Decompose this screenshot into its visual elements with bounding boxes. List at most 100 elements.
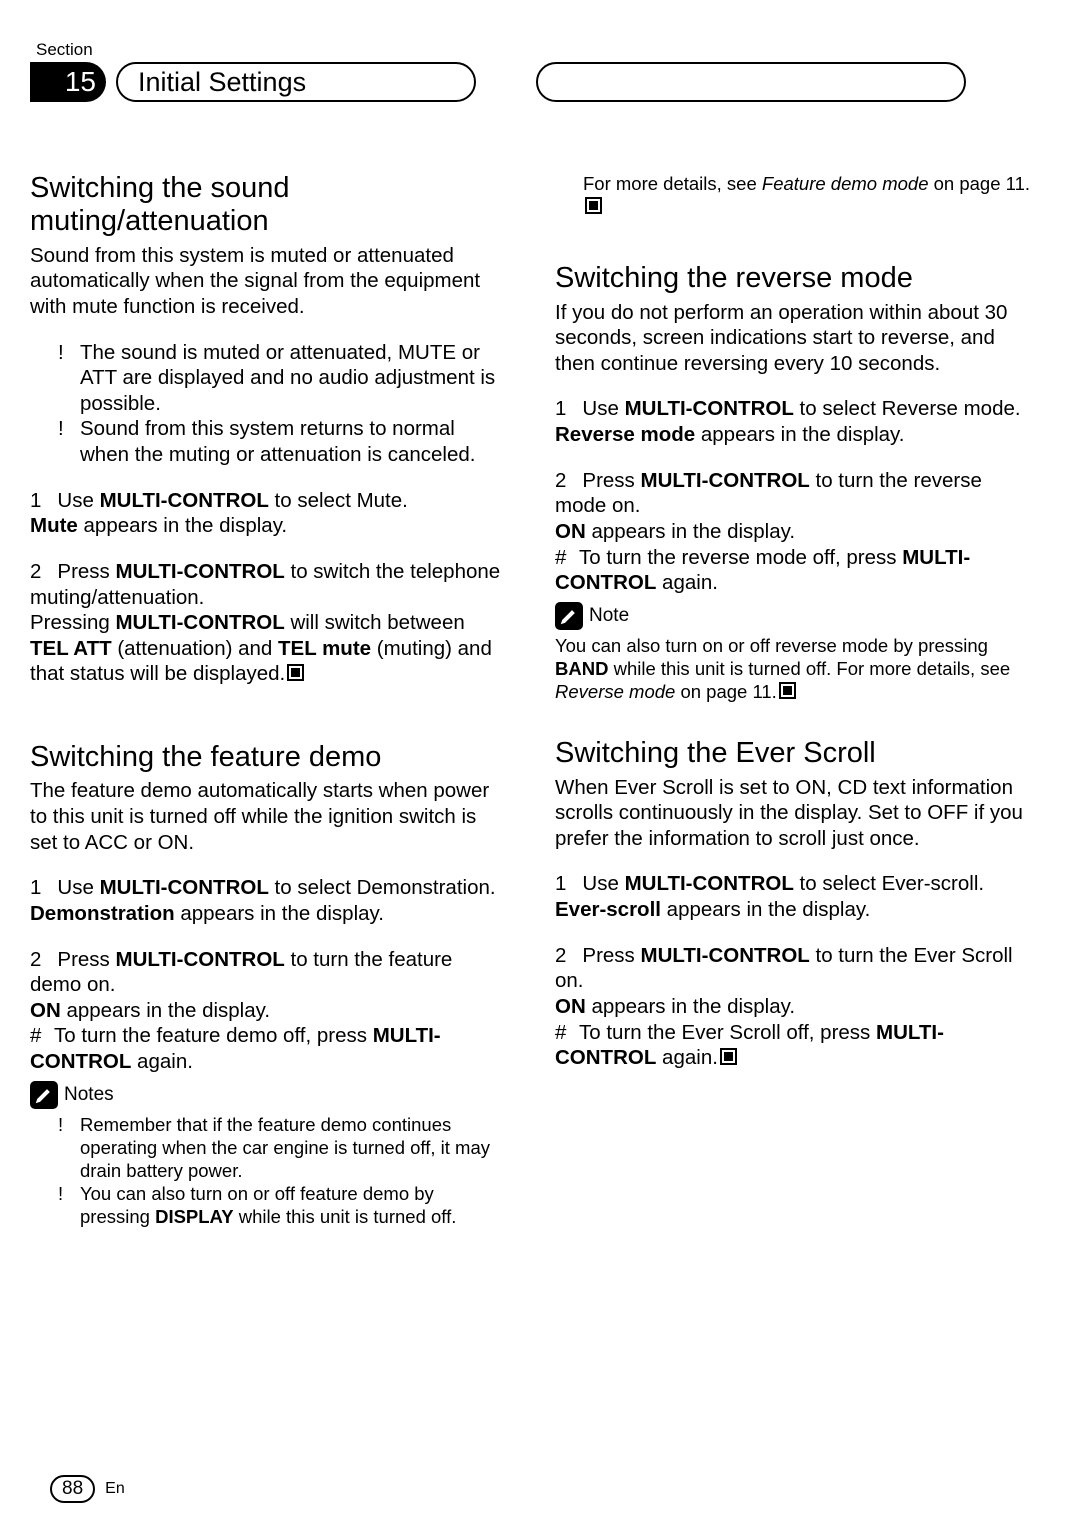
step-number: 2 bbox=[30, 948, 41, 971]
end-mark-icon bbox=[585, 197, 602, 214]
step-block: 1Use MULTI-CONTROL to select Reverse mod… bbox=[555, 396, 1030, 447]
right-column: For more details, see Feature demo mode … bbox=[555, 172, 1030, 1228]
t: Press bbox=[57, 948, 115, 971]
t: on page 11. bbox=[929, 173, 1031, 194]
step-block: 1Use MULTI-CONTROL to select Ever-scroll… bbox=[555, 871, 1030, 922]
step-sub: Demonstration appears in the display. bbox=[30, 901, 505, 927]
t: while this unit is turned off. For more … bbox=[608, 658, 1010, 679]
step-block: 1Use MULTI-CONTROL to select Demonstrati… bbox=[30, 875, 505, 926]
t: while this unit is turned off. bbox=[234, 1206, 457, 1227]
bullet-mark: ! bbox=[58, 416, 80, 467]
step-text-b: MULTI-CONTROL bbox=[100, 489, 269, 512]
step-block: 2Press MULTI-CONTROL to turn the feature… bbox=[30, 947, 505, 1075]
notes-heading: Notes bbox=[30, 1081, 505, 1109]
note-heading: Note bbox=[555, 602, 1030, 630]
note-text: You can also turn on or off reverse mode… bbox=[555, 634, 1030, 703]
step-number: 1 bbox=[555, 397, 566, 420]
step-block: 1Use MULTI-CONTROL to select Mute. Mute … bbox=[30, 488, 505, 539]
step-sub: ON appears in the display. bbox=[555, 994, 1030, 1020]
t: appears in the display. bbox=[661, 898, 870, 921]
pencil-icon bbox=[555, 602, 583, 630]
sub-b: appears in the display. bbox=[78, 514, 287, 537]
step-number: 1 bbox=[30, 876, 41, 899]
hash-mark: # bbox=[555, 545, 579, 571]
t: again. bbox=[131, 1050, 193, 1073]
heading-sound-muting: Switching the sound muting/attenuation bbox=[30, 172, 505, 239]
t: Use bbox=[57, 876, 99, 899]
pencil-icon bbox=[30, 1081, 58, 1109]
list-item: !You can also turn on or off feature dem… bbox=[58, 1182, 505, 1228]
intro-text: The feature demo automatically starts wh… bbox=[30, 778, 505, 855]
t: to select Ever-scroll. bbox=[794, 872, 984, 895]
note-label: Note bbox=[589, 604, 629, 628]
bullet-text: The sound is muted or attenuated, MUTE o… bbox=[80, 340, 505, 417]
step-sub: ON appears in the display. bbox=[30, 998, 505, 1024]
intro-text: If you do not perform an operation withi… bbox=[555, 300, 1030, 377]
step-sub: Mute appears in the display. bbox=[30, 513, 505, 539]
intro-text: Sound from this system is muted or atten… bbox=[30, 243, 505, 320]
end-mark-icon bbox=[287, 664, 304, 681]
hash-mark: # bbox=[30, 1023, 54, 1049]
t: MULTI-CONTROL bbox=[115, 611, 284, 634]
t: MULTI-CONTROL bbox=[641, 944, 810, 967]
t: will switch between bbox=[285, 611, 465, 634]
t: MULTI-CONTROL bbox=[116, 948, 285, 971]
t: ON bbox=[555, 520, 586, 543]
intro-text: When Ever Scroll is set to ON, CD text i… bbox=[555, 775, 1030, 852]
step-sub: Pressing MULTI-CONTROL will switch betwe… bbox=[30, 610, 505, 687]
step-head: 2Press MULTI-CONTROL to switch the telep… bbox=[30, 559, 505, 610]
t: again. bbox=[656, 1046, 718, 1069]
bullet-mark: ! bbox=[58, 1113, 80, 1182]
t: Remember that if the feature demo contin… bbox=[80, 1113, 505, 1182]
page-title: Initial Settings bbox=[116, 62, 476, 102]
list-item: !Remember that if the feature demo conti… bbox=[58, 1113, 505, 1182]
t: appears in the display. bbox=[695, 423, 904, 446]
t: Press bbox=[57, 560, 115, 583]
step-head: 1Use MULTI-CONTROL to select Reverse mod… bbox=[555, 396, 1030, 422]
step-block: 2Press MULTI-CONTROL to switch the telep… bbox=[30, 559, 505, 687]
heading-ever-scroll: Switching the Ever Scroll bbox=[555, 737, 1030, 770]
page-footer: 88 En bbox=[50, 1475, 125, 1503]
step-number: 2 bbox=[30, 560, 41, 583]
t: MULTI-CONTROL bbox=[641, 469, 810, 492]
list-item: !Sound from this system returns to norma… bbox=[58, 416, 505, 467]
bullet-mark: ! bbox=[58, 340, 80, 417]
t: appears in the display. bbox=[586, 995, 795, 1018]
step-head: 2Press MULTI-CONTROL to turn the feature… bbox=[30, 947, 505, 998]
continuation-text: For more details, see Feature demo mode … bbox=[555, 172, 1030, 218]
t: Demonstration bbox=[30, 902, 175, 925]
t: to select Reverse mode. bbox=[794, 397, 1021, 420]
t: You can also turn on or off reverse mode… bbox=[555, 635, 988, 656]
body-columns: Switching the sound muting/attenuation S… bbox=[30, 172, 1030, 1228]
step-block: 2Press MULTI-CONTROL to turn the Ever Sc… bbox=[555, 943, 1030, 1071]
t: MULTI-CONTROL bbox=[625, 872, 794, 895]
step-sub: Ever-scroll appears in the display. bbox=[555, 897, 1030, 923]
t: BAND bbox=[555, 658, 608, 679]
bullet-list: !The sound is muted or attenuated, MUTE … bbox=[30, 340, 505, 468]
step-number: 2 bbox=[555, 469, 566, 492]
page-header: 15 Initial Settings bbox=[30, 62, 1030, 102]
t: on page 11. bbox=[675, 681, 777, 702]
step-number: 1 bbox=[30, 489, 41, 512]
step-head: 1Use MULTI-CONTROL to select Mute. bbox=[30, 488, 505, 514]
t: To turn the feature demo off, press bbox=[54, 1024, 373, 1047]
bullet-mark: ! bbox=[58, 1182, 80, 1228]
end-mark-icon bbox=[720, 1048, 737, 1065]
t: DISPLAY bbox=[155, 1206, 233, 1227]
t: Pressing bbox=[30, 611, 115, 634]
page-number: 88 bbox=[50, 1475, 95, 1503]
sub-a: Mute bbox=[30, 514, 78, 537]
t: Reverse mode bbox=[555, 423, 695, 446]
heading-feature-demo: Switching the feature demo bbox=[30, 741, 505, 774]
t: MULTI-CONTROL bbox=[625, 397, 794, 420]
hash-line: #To turn the feature demo off, press MUL… bbox=[30, 1023, 505, 1074]
step-number: 1 bbox=[555, 872, 566, 895]
t: To turn the Ever Scroll off, press bbox=[579, 1021, 876, 1044]
step-head: 1Use MULTI-CONTROL to select Demonstrati… bbox=[30, 875, 505, 901]
language-code: En bbox=[105, 1480, 125, 1498]
header-bubble-empty bbox=[536, 62, 966, 102]
bullet-text: Sound from this system returns to normal… bbox=[80, 416, 505, 467]
t: ON bbox=[555, 995, 586, 1018]
t: Reverse mode bbox=[555, 681, 675, 702]
t: TEL ATT bbox=[30, 637, 112, 660]
